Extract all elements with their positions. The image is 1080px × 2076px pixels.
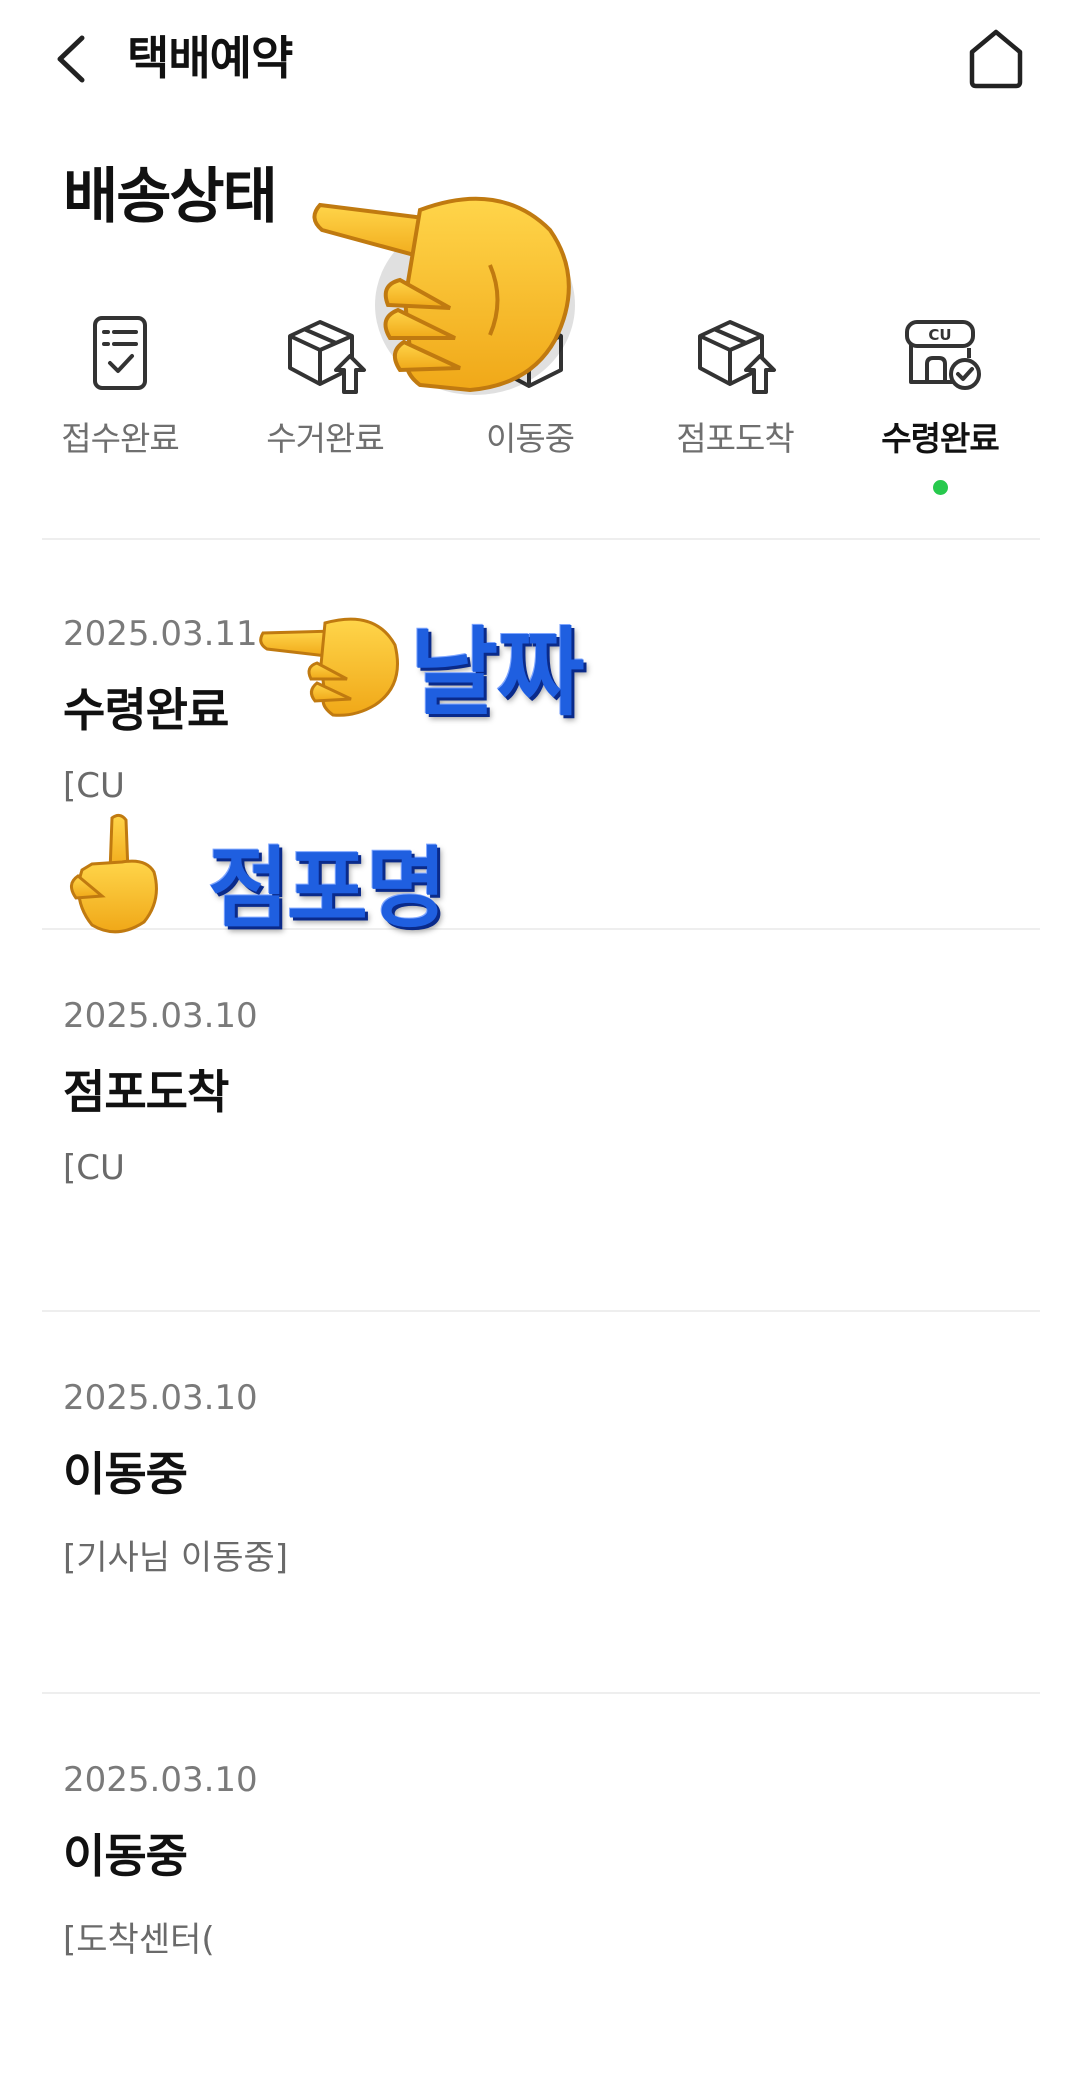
step-label: 이동중 xyxy=(485,419,575,458)
top-bar: 택배예약 xyxy=(0,0,1080,115)
home-button[interactable] xyxy=(964,26,1028,90)
active-step-indicator xyxy=(933,480,948,495)
chevron-left-icon xyxy=(57,35,85,83)
back-button[interactable] xyxy=(46,28,98,90)
step-label: 접수완료 xyxy=(61,419,179,458)
step-arrived-store: 점포도착 xyxy=(635,300,835,510)
event-status: 점포도착 xyxy=(63,1065,229,1119)
cu-store-check-icon: CU xyxy=(905,320,981,390)
event-date: 2025.03.10 xyxy=(63,996,258,1036)
event-status: 수령완료 xyxy=(63,683,229,737)
store-name-annotation: 점포명 xyxy=(208,837,447,940)
event-status: 이동중 xyxy=(63,1447,188,1501)
event-detail: [도착센터( xyxy=(63,1920,215,1960)
pointing-hand-icon xyxy=(70,813,158,934)
delivery-status-title: 배송상태 xyxy=(63,162,278,232)
event-date: 2025.03.10 xyxy=(63,1378,258,1418)
step-label: 점포도착 xyxy=(676,419,794,458)
step-label: 수거완료 xyxy=(266,419,384,458)
list-item: 2025.03.10 이동중 [기사님 이동중] xyxy=(0,1312,1080,1694)
list-item: 2025.03.10 점포도착 [CU xyxy=(0,930,1080,1312)
pointing-hand-icon xyxy=(312,196,575,395)
step-picked-up: CU 수령완료 xyxy=(840,300,1040,510)
pointing-hand-icon xyxy=(259,617,399,717)
tracking-timeline: 2025.03.11 수령완료 [CU 2025.03.10 점포도착 [CU … xyxy=(0,548,1080,2076)
event-detail: [CU xyxy=(63,1148,125,1188)
event-status: 이동중 xyxy=(63,1829,188,1883)
step-label: 수령완료 xyxy=(881,419,999,458)
event-detail: [기사님 이동중] xyxy=(63,1538,289,1578)
date-annotation: 날짜 xyxy=(410,617,585,729)
divider xyxy=(42,538,1040,540)
step-received: 접수완료 xyxy=(20,300,220,510)
page-title: 택배예약 xyxy=(127,31,293,85)
event-date: 2025.03.10 xyxy=(63,1760,258,1800)
box-upload-icon xyxy=(698,320,776,394)
home-icon xyxy=(969,29,1023,89)
svg-text:CU: CU xyxy=(928,326,951,344)
clipboard-check-icon xyxy=(93,316,147,390)
event-date: 2025.03.11 xyxy=(63,614,258,654)
event-detail: [CU xyxy=(63,766,125,806)
list-item: 2025.03.10 이동중 [도착센터( xyxy=(0,1694,1080,2076)
